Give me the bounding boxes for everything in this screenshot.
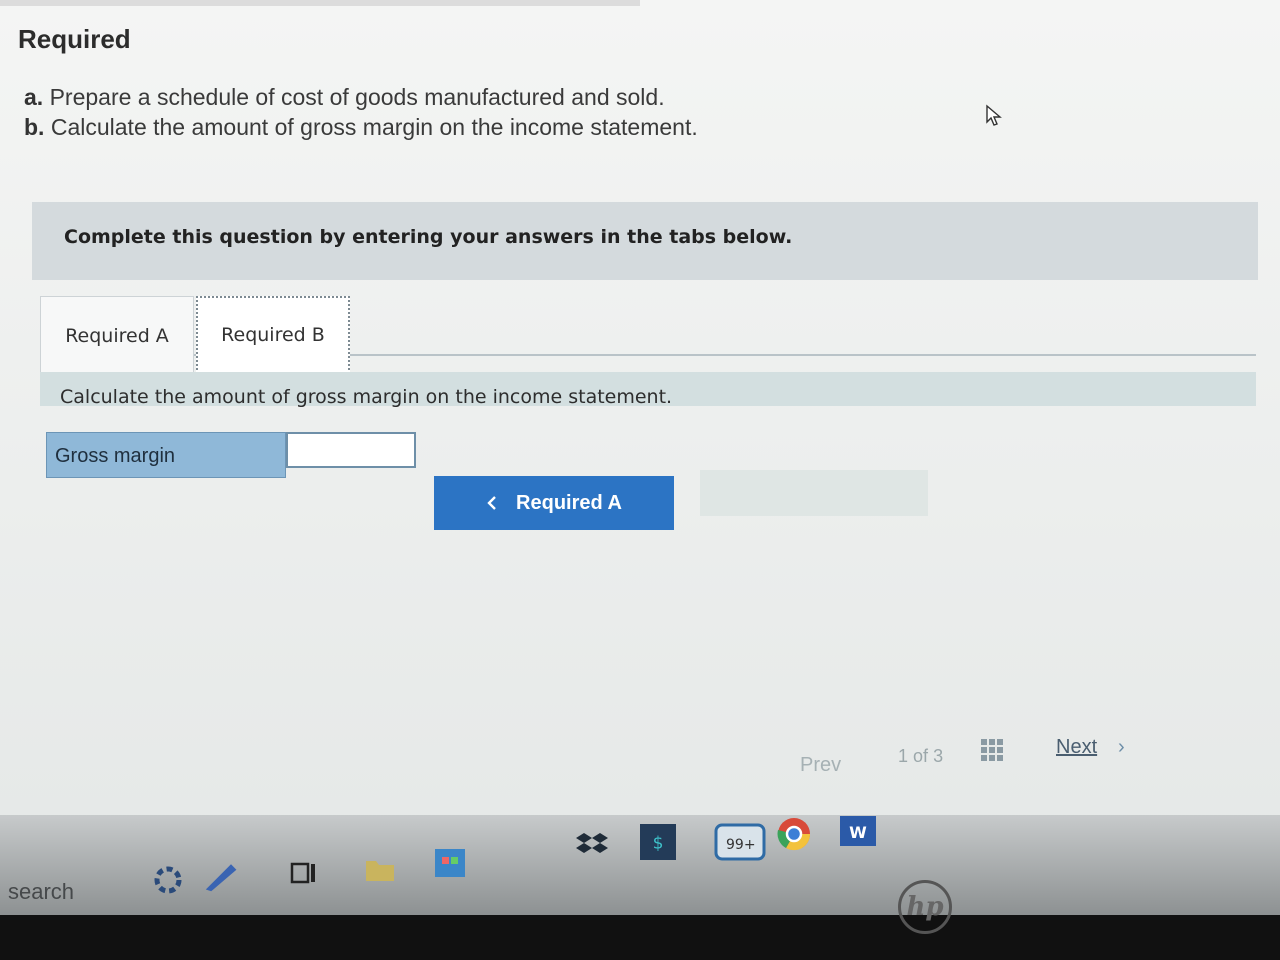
svg-text:W: W — [849, 823, 867, 842]
mouse-pointer-icon — [986, 104, 1002, 126]
dropbox-icon[interactable] — [574, 829, 610, 863]
hp-logo: hp — [898, 880, 952, 934]
gross-margin-row: Gross margin — [46, 432, 416, 478]
instruction-letter: a. — [24, 84, 44, 110]
pen-icon[interactable] — [204, 859, 240, 893]
cortana-icon[interactable] — [150, 863, 186, 897]
monitor-bezel — [0, 915, 1280, 960]
instruction-text: Calculate the amount of gross margin on … — [50, 114, 698, 140]
app-screen: Required a. Prepare a schedule of cost o… — [0, 0, 1280, 815]
tab-panel-header: Calculate the amount of gross margin on … — [40, 372, 1256, 408]
tab-required-a[interactable]: Required A — [40, 296, 194, 374]
mail-badge: 99+ — [726, 837, 756, 853]
pagination: Prev 1 of 3 Next › — [800, 730, 1160, 776]
mail-icon[interactable]: 99+ — [712, 821, 768, 863]
page-current: 1 — [898, 746, 909, 766]
chevron-left-icon — [487, 496, 496, 510]
next-button[interactable]: Next — [1056, 736, 1097, 759]
taskbar: search $ 99+ W — [0, 815, 1280, 915]
gross-margin-label: Gross margin — [46, 432, 286, 478]
top-strip — [0, 0, 640, 6]
prev-button[interactable]: Prev — [800, 754, 841, 777]
chevron-right-icon: › — [1118, 736, 1125, 758]
instructions-list: a. Prepare a schedule of cost of goods m… — [24, 82, 698, 142]
page-total: 3 — [933, 746, 944, 766]
prompt-text: Complete this question by entering your … — [64, 226, 793, 248]
taskbar-search[interactable]: search — [8, 879, 74, 905]
next-button-placeholder — [700, 470, 928, 516]
prompt-box: Complete this question by entering your … — [32, 202, 1258, 280]
page-of: of — [913, 746, 929, 766]
folder-icon[interactable] — [362, 853, 398, 887]
chrome-icon[interactable] — [776, 817, 812, 851]
app-icon[interactable]: $ — [640, 824, 676, 860]
grid-icon[interactable] — [980, 738, 1004, 762]
tab-required-b[interactable]: Required B — [196, 296, 350, 374]
panel-instruction: Calculate the amount of gross margin on … — [60, 386, 673, 408]
gross-margin-input[interactable] — [286, 432, 416, 468]
required-a-button-label: Required A — [516, 491, 622, 514]
word-icon[interactable]: W — [840, 815, 876, 849]
instruction-text: Prepare a schedule of cost of goods manu… — [49, 84, 665, 110]
required-a-button[interactable]: Required A — [434, 476, 674, 530]
instruction-item-a: a. Prepare a schedule of cost of goods m… — [24, 82, 698, 112]
page-title: Required — [18, 24, 131, 54]
instruction-item-b: b. Calculate the amount of gross margin … — [24, 112, 698, 142]
task-view-icon[interactable] — [286, 857, 322, 891]
svg-text:$: $ — [653, 834, 664, 854]
store-icon[interactable] — [432, 845, 468, 879]
tab-bar: Required A Required B — [40, 296, 1256, 374]
page-indicator: 1 of 3 — [898, 746, 943, 767]
instruction-letter: b. — [24, 114, 45, 140]
